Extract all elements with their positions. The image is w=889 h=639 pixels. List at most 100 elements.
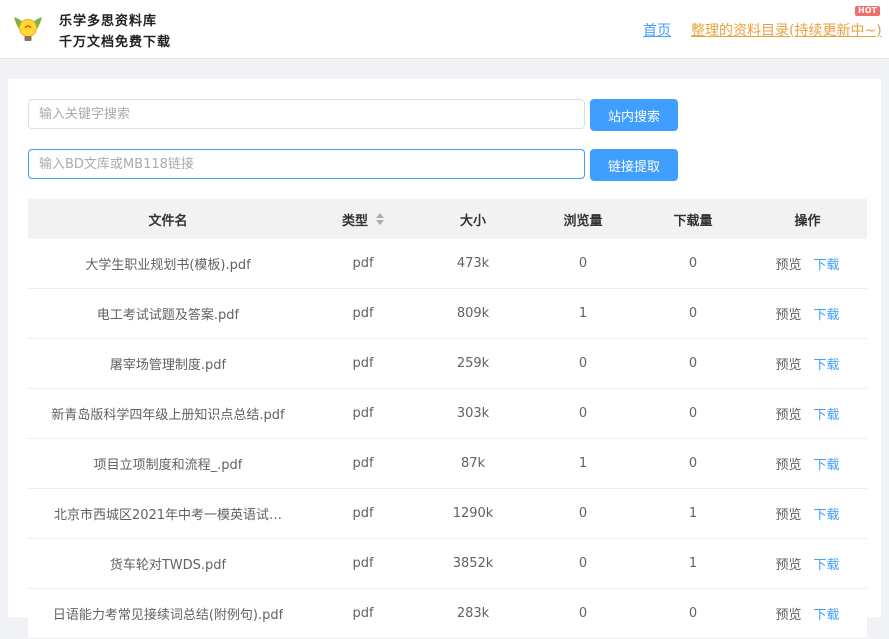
- file-size-cell-text: 259k: [456, 356, 490, 371]
- actions-cell: 预览 下载: [748, 589, 867, 638]
- file-name-cell-text: 新青岛版科学四年级上册知识点总结.pdf: [51, 408, 285, 423]
- file-type-cell: pdf: [308, 389, 418, 438]
- main-panel: 站内搜索 链接提取 文件名 类型 大小 浏览量 下载量 操作 大学生职业规划书(…: [8, 79, 881, 639]
- sort-caret-icon[interactable]: [376, 213, 384, 225]
- view-count-cell: 0: [528, 239, 638, 288]
- download-count-cell-text: 0: [688, 606, 698, 621]
- preview-link[interactable]: 预览: [775, 304, 801, 323]
- view-count-cell-text: 0: [578, 556, 588, 571]
- table-header: 文件名 类型 大小 浏览量 下载量 操作: [28, 199, 867, 239]
- file-type-cell: pdf: [308, 339, 418, 388]
- download-link[interactable]: 下载: [814, 354, 840, 373]
- file-name-cell-text: 日语能力考常见接续词总结(附例句).pdf: [52, 608, 284, 623]
- header-size: 大小: [459, 213, 486, 229]
- site-search-button[interactable]: 站内搜索: [590, 99, 678, 131]
- download-count-cell: 0: [638, 339, 748, 388]
- preview-link[interactable]: 预览: [775, 454, 801, 473]
- file-type-cell-text: pdf: [352, 506, 374, 521]
- file-size-cell: 303k: [418, 389, 528, 438]
- download-link[interactable]: 下载: [814, 304, 840, 323]
- file-type-cell-text: pdf: [352, 256, 374, 271]
- preview-link[interactable]: 预览: [775, 604, 801, 623]
- table-row: 屠宰场管理制度.pdf pdf 259k 0 0 预览 下载: [28, 339, 867, 389]
- table-row: 日语能力考常见接续词总结(附例句).pdf pdf 283k 0 0 预览 下载: [28, 589, 867, 639]
- download-count-cell: 1: [638, 539, 748, 588]
- table-row: 电工考试试题及答案.pdf pdf 809k 1 0 预览 下载: [28, 289, 867, 339]
- preview-link[interactable]: 预览: [775, 404, 801, 423]
- download-count-cell: 0: [638, 439, 748, 488]
- download-count-cell-text: 0: [688, 406, 698, 421]
- download-count-cell: 0: [638, 589, 748, 638]
- search-input[interactable]: [28, 99, 585, 129]
- table-row: 货车轮对TWDS.pdf pdf 3852k 0 1 预览 下载: [28, 539, 867, 589]
- download-link[interactable]: 下载: [814, 504, 840, 523]
- download-link[interactable]: 下载: [814, 554, 840, 573]
- download-link[interactable]: 下载: [814, 604, 840, 623]
- logo-subtitle: 千万文档免费下载: [59, 35, 172, 50]
- download-count-cell: 0: [638, 389, 748, 438]
- file-size-cell-text: 3852k: [452, 556, 494, 571]
- file-name-cell-text: 项目立项制度和流程_.pdf: [93, 458, 243, 473]
- actions-cell: 预览 下载: [748, 539, 867, 588]
- table-row: 新青岛版科学四年级上册知识点总结.pdf pdf 303k 0 0 预览 下载: [28, 389, 867, 439]
- download-count-cell: 0: [638, 289, 748, 338]
- actions-cell: 预览 下载: [748, 339, 867, 388]
- download-count-cell-text: 0: [688, 306, 698, 321]
- actions-cell: 预览 下载: [748, 289, 867, 338]
- view-count-cell-text: 0: [578, 406, 588, 421]
- file-type-cell: pdf: [308, 439, 418, 488]
- preview-link[interactable]: 预览: [775, 254, 801, 273]
- view-count-cell: 0: [528, 589, 638, 638]
- actions-cell: 预览 下载: [748, 489, 867, 538]
- file-type-cell-text: pdf: [352, 356, 374, 371]
- view-count-cell: 0: [528, 339, 638, 388]
- file-name-cell-text: 大学生职业规划书(模板).pdf: [85, 258, 251, 273]
- file-size-cell: 809k: [418, 289, 528, 338]
- view-count-cell: 0: [528, 389, 638, 438]
- table-row: 大学生职业规划书(模板).pdf pdf 473k 0 0 预览 下载: [28, 239, 867, 289]
- file-size-cell: 1290k: [418, 489, 528, 538]
- file-type-cell: pdf: [308, 289, 418, 338]
- file-name-cell: 大学生职业规划书(模板).pdf: [28, 239, 308, 288]
- file-name-cell: 新青岛版科学四年级上册知识点总结.pdf: [28, 389, 308, 438]
- file-size-cell: 283k: [418, 589, 528, 638]
- preview-link[interactable]: 预览: [775, 354, 801, 373]
- link-extract-button[interactable]: 链接提取: [590, 149, 678, 181]
- view-count-cell-text: 0: [578, 606, 588, 621]
- file-type-cell: pdf: [308, 589, 418, 638]
- file-name-cell-text: 电工考试试题及答案.pdf: [96, 308, 240, 323]
- file-name-cell: 电工考试试题及答案.pdf: [28, 289, 308, 338]
- view-count-cell-text: 0: [578, 356, 588, 371]
- header-type[interactable]: 类型: [308, 199, 418, 239]
- link-extract-input[interactable]: [28, 149, 585, 179]
- download-count-cell-text: 0: [688, 356, 698, 371]
- download-link[interactable]: 下载: [814, 404, 840, 423]
- header-downloads: 下载量: [673, 213, 713, 229]
- nav-home-link[interactable]: 首页: [643, 20, 671, 40]
- download-count-cell-text: 1: [688, 506, 698, 521]
- view-count-cell-text: 0: [578, 506, 588, 521]
- header-actions: 操作: [794, 213, 821, 229]
- file-name-cell-text: 北京市西城区2021年中考一模英语试…: [53, 508, 283, 523]
- file-type-cell-text: pdf: [352, 556, 374, 571]
- view-count-cell: 0: [528, 539, 638, 588]
- file-size-cell-text: 303k: [456, 406, 490, 421]
- file-name-cell: 北京市西城区2021年中考一模英语试…: [28, 489, 308, 538]
- file-size-cell-text: 809k: [456, 306, 490, 321]
- download-link[interactable]: 下载: [814, 254, 840, 273]
- preview-link[interactable]: 预览: [775, 504, 801, 523]
- download-count-cell-text: 0: [688, 456, 698, 471]
- preview-link[interactable]: 预览: [775, 554, 801, 573]
- header-type-label: 类型: [341, 213, 368, 229]
- file-type-cell: pdf: [308, 489, 418, 538]
- view-count-cell-text: 0: [578, 256, 588, 271]
- file-size-cell-text: 473k: [456, 256, 490, 271]
- download-link[interactable]: 下载: [814, 454, 840, 473]
- file-table: 文件名 类型 大小 浏览量 下载量 操作 大学生职业规划书(模板).pdf pdf…: [28, 199, 867, 639]
- actions-cell: 预览 下载: [748, 389, 867, 438]
- view-count-cell: 0: [528, 489, 638, 538]
- nav-catalog-link[interactable]: 整理的资料目录(持续更新中~): [691, 20, 882, 40]
- file-size-cell: 87k: [418, 439, 528, 488]
- actions-cell: 预览 下载: [748, 239, 867, 288]
- file-type-cell-text: pdf: [352, 606, 374, 621]
